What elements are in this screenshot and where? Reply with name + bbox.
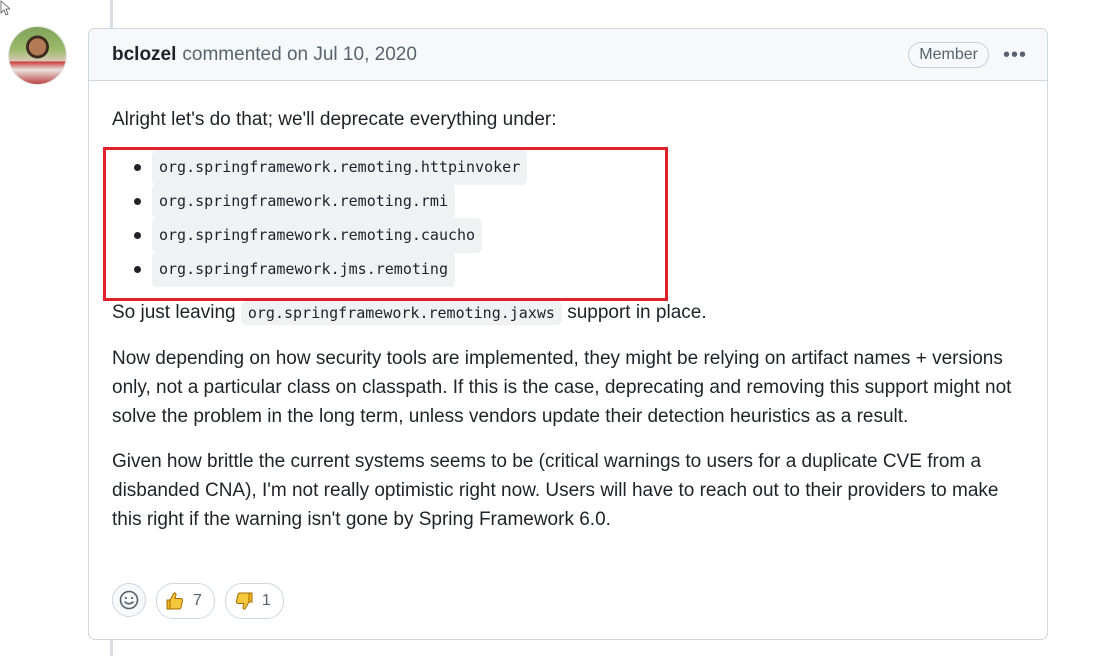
comment-timestamp[interactable]: commented on Jul 10, 2020 <box>182 44 417 66</box>
keep-prefix: So just leaving <box>112 302 236 323</box>
keep-paragraph: So just leaving org.springframework.remo… <box>112 298 1024 328</box>
highlight-annotation-box <box>103 147 668 301</box>
add-reaction-button[interactable] <box>112 583 146 617</box>
keep-suffix: support in place. <box>567 302 707 323</box>
thumbs-up-count: 7 <box>193 592 202 609</box>
paragraph-security-tools: Now depending on how security tools are … <box>112 348 1012 427</box>
keep-code: org.springframework.remoting.jaxws <box>240 301 562 325</box>
thumbs-up-reaction[interactable]: 7 <box>156 583 215 619</box>
paragraph-outlook: Given how brittle the current systems se… <box>112 451 999 530</box>
comment-card: bclozel commented on Jul 10, 2020 Member… <box>88 28 1048 640</box>
thumbs-down-icon <box>235 592 253 610</box>
mouse-cursor-icon <box>0 0 10 16</box>
member-badge: Member <box>908 41 989 68</box>
thumbs-up-icon <box>166 592 184 610</box>
thumbs-down-count: 1 <box>261 592 271 609</box>
reactions-bar: 7 1 <box>112 583 284 619</box>
thumbs-down-reaction[interactable]: 1 <box>224 583 284 619</box>
smiley-icon <box>119 590 139 610</box>
more-options-button[interactable]: ••• <box>1003 45 1027 65</box>
comment-header: bclozel commented on Jul 10, 2020 Member… <box>89 29 1047 81</box>
avatar[interactable] <box>9 27 66 84</box>
author-link[interactable]: bclozel <box>112 44 176 66</box>
intro-text: Alright let's do that; we'll deprecate e… <box>112 109 557 130</box>
